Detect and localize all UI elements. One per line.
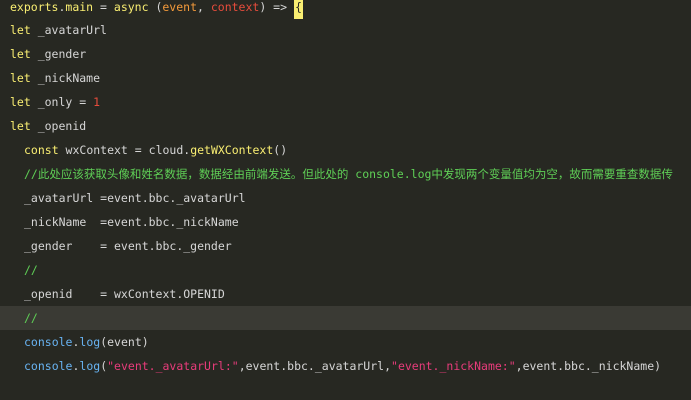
- fn-getwxcontext: getWXContext: [190, 143, 274, 157]
- number-literal: 1: [93, 95, 101, 109]
- comment-empty: //: [24, 311, 38, 325]
- keyword-let: let: [10, 95, 31, 109]
- keyword-const: const: [24, 143, 59, 157]
- token-parens: (): [273, 143, 288, 157]
- code-line-6[interactable]: let _openid: [0, 114, 691, 138]
- token-cloud: cloud.: [148, 143, 191, 157]
- code-line-16[interactable]: console.log("event._avatarUrl:",event.bb…: [0, 354, 691, 378]
- code-line-1[interactable]: exports.main = async (event, context) =>…: [0, 0, 691, 19]
- token-param-event: event: [162, 0, 197, 14]
- code-line-8[interactable]: //此处应该获取头像和姓名数据，数据经由前端发送。但此处的 console.lo…: [0, 162, 691, 186]
- code-line-7[interactable]: const wxContext = cloud.getWXContext(): [0, 138, 691, 162]
- code-line-12[interactable]: //: [0, 258, 691, 282]
- string-nickname-label: "event._nickName:": [391, 359, 516, 373]
- token-main: main: [65, 0, 94, 14]
- code-line-10[interactable]: _nickName =event.bbc._nickName: [0, 210, 691, 234]
- var-avatarurl: _avatarUrl: [30, 23, 107, 37]
- code-line-4[interactable]: let _nickName: [0, 66, 691, 90]
- var-openid: _openid: [30, 119, 87, 133]
- assign-gender: _gender = event.bbc._gender: [24, 239, 232, 253]
- token-comma: ,: [197, 0, 211, 14]
- keyword-let: let: [10, 47, 31, 61]
- keyword-let: let: [10, 23, 31, 37]
- var-nickname: _nickName: [30, 71, 101, 85]
- matched-brace: {: [293, 0, 303, 19]
- comment-text: //此处应该获取头像和姓名数据，数据经由前端发送。但此处的 console.lo…: [24, 167, 673, 181]
- arg-event: event: [107, 335, 142, 349]
- token-paren-close: ): [654, 359, 662, 373]
- token-paren-close: ): [141, 335, 149, 349]
- fn-log: log: [79, 359, 101, 373]
- code-line-13[interactable]: _openid = wxContext.OPENID: [0, 282, 691, 306]
- comment-empty: //: [24, 263, 38, 277]
- code-line-11[interactable]: _gender = event.bbc._gender: [0, 234, 691, 258]
- token-arrow: ) =>: [259, 0, 294, 14]
- assign-avatarurl: _avatarUrl =event.bbc._avatarUrl: [24, 191, 246, 205]
- token-param-context: context: [210, 0, 260, 14]
- keyword-let: let: [10, 119, 31, 133]
- token-paren-open: (: [148, 0, 163, 14]
- arg-nickname: ,event.bbc._nickName: [515, 359, 655, 373]
- arg-avatarurl: ,event.bbc._avatarUrl,: [238, 359, 392, 373]
- code-editor[interactable]: exports.main = async (event, context) =>…: [0, 0, 691, 400]
- var-only: _only =: [30, 95, 94, 109]
- var-wxcontext: wxContext =: [58, 143, 149, 157]
- code-line-9[interactable]: _avatarUrl =event.bbc._avatarUrl: [0, 186, 691, 210]
- string-avatarurl-label: "event._avatarUrl:": [107, 359, 239, 373]
- code-line-5[interactable]: let _only = 1: [0, 90, 691, 114]
- code-line-3[interactable]: let _gender: [0, 42, 691, 66]
- keyword-let: let: [10, 71, 31, 85]
- code-line-2[interactable]: let _avatarUrl: [0, 18, 691, 42]
- var-gender: _gender: [30, 47, 87, 61]
- token-console: console: [24, 335, 73, 349]
- code-line-14-current[interactable]: //: [0, 306, 691, 330]
- token-assign: =: [93, 0, 114, 14]
- token-exports: exports: [10, 0, 59, 14]
- fn-log: log: [79, 335, 101, 349]
- token-console: console: [24, 359, 73, 373]
- assign-openid: _openid = wxContext.OPENID: [24, 287, 225, 301]
- token-async: async: [113, 0, 149, 14]
- assign-nickname: _nickName =event.bbc._nickName: [24, 215, 239, 229]
- code-line-15[interactable]: console.log(event): [0, 330, 691, 354]
